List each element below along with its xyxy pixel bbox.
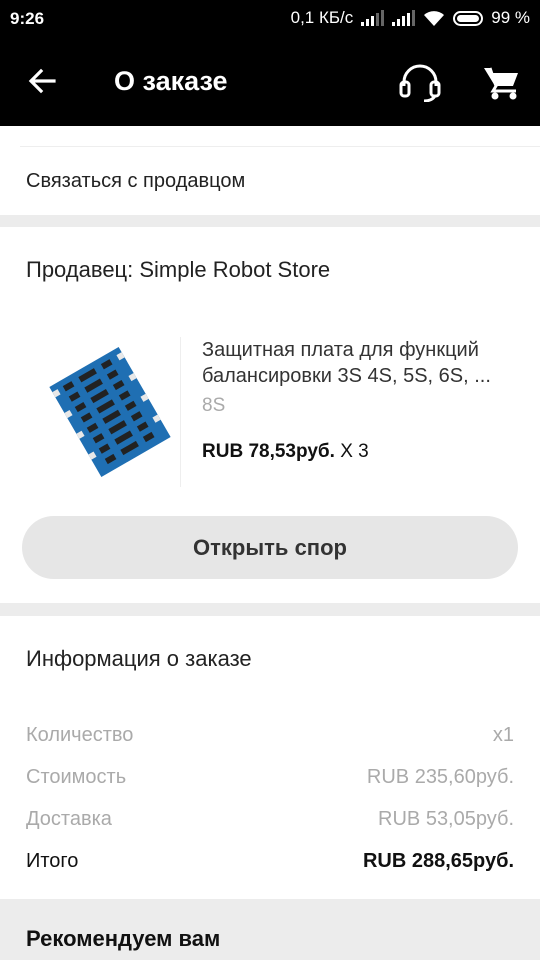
- battery-level: 99 %: [491, 8, 530, 27]
- recommend-title: Рекомендуем вам: [26, 926, 221, 951]
- open-dispute-button[interactable]: Открыть спор: [22, 516, 518, 579]
- signal-icon: [392, 10, 416, 26]
- status-icons: 0,1 КБ/с 99 %: [291, 8, 530, 28]
- app-toolbar: О заказе: [0, 36, 540, 126]
- recommend-section: Рекомендуем вам: [0, 900, 540, 960]
- product-quantity: X 3: [340, 441, 369, 462]
- contact-seller-link[interactable]: Связаться с продавцом: [26, 170, 245, 193]
- row-label: Итого: [26, 850, 79, 872]
- row-label: Доставка: [26, 808, 112, 830]
- order-row-shipping: Доставка RUB 53,05руб.: [26, 808, 514, 831]
- seller-name[interactable]: Продавец: Simple Robot Store: [26, 257, 330, 283]
- status-time: 9:26: [10, 9, 45, 28]
- arrow-left-icon[interactable]: [24, 66, 64, 96]
- order-info-card: Информация о заказе Количество x1 Стоимо…: [0, 616, 540, 899]
- row-label: Стоимость: [26, 766, 127, 788]
- order-row-cost: Стоимость RUB 235,60руб.: [26, 766, 514, 789]
- divider: [20, 146, 540, 147]
- product-price: RUB 78,53руб.: [202, 441, 335, 462]
- cart-icon[interactable]: [482, 64, 520, 100]
- row-value: RUB 235,60руб.: [366, 766, 514, 788]
- battery-icon: [453, 10, 484, 26]
- seller-card: Продавец: Simple Robot Store Защитная пл…: [0, 227, 540, 603]
- wifi-icon: [424, 10, 445, 26]
- product-variant: 8S: [202, 395, 226, 416]
- divider: [180, 337, 181, 487]
- row-label: Количество: [26, 724, 134, 746]
- order-row-quantity: Количество x1: [26, 724, 514, 747]
- row-value: RUB 53,05руб.: [378, 808, 514, 830]
- order-row-total: Итого RUB 288,65руб.: [26, 850, 514, 873]
- headset-icon[interactable]: [398, 62, 442, 102]
- product-price-line: RUB 78,53руб. X 3: [202, 441, 369, 463]
- product-title[interactable]: Защитная плата для функций балансировки …: [202, 337, 522, 389]
- contact-seller-card[interactable]: Связаться с продавцом: [0, 126, 540, 215]
- row-value: RUB 288,65руб.: [362, 850, 514, 872]
- network-speed: 0,1 КБ/с: [290, 8, 354, 27]
- status-bar: 9:26 0,1 КБ/с 99 %: [0, 0, 540, 36]
- product-image[interactable]: [40, 342, 180, 482]
- row-value: x1: [492, 724, 514, 746]
- page-title: О заказе: [114, 66, 228, 96]
- order-info-title: Информация о заказе: [26, 646, 252, 671]
- signal-icon: [361, 10, 385, 26]
